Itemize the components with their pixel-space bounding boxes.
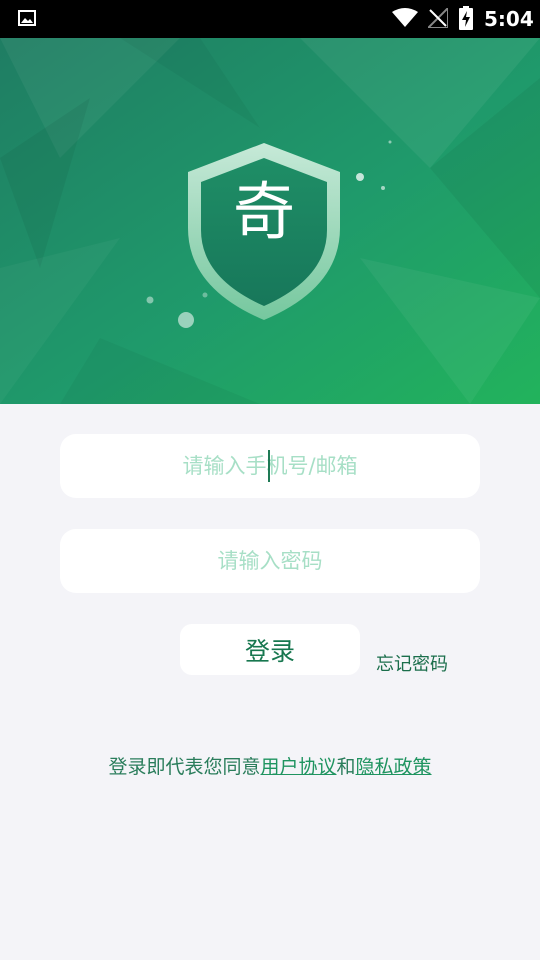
gallery-icon	[18, 10, 36, 26]
agreement-prefix: 登录即代表您同意	[108, 756, 261, 778]
privacy-policy-link[interactable]: 隐私政策	[356, 756, 432, 778]
phone-email-field-container	[60, 433, 480, 499]
password-field-container	[60, 528, 480, 594]
agreement-text: 登录即代表您同意用户协议和隐私政策	[0, 752, 540, 779]
agreement-and: 和	[336, 756, 356, 778]
forgot-password-link[interactable]: 忘记密码	[376, 650, 448, 676]
status-bar: 5:04	[0, 0, 540, 38]
header-banner: 奇	[0, 38, 540, 404]
login-screen: 5:04 奇 请输入手机号/邮箱 登录 忘记密码 登录即代表您同意用户协议和隐私…	[0, 0, 540, 960]
password-input[interactable]	[60, 528, 480, 594]
login-button[interactable]: 登录	[180, 624, 360, 675]
wifi-icon	[392, 8, 418, 27]
battery-charging-icon	[459, 6, 473, 30]
user-agreement-link[interactable]: 用户协议	[260, 756, 336, 778]
logo-character: 奇	[232, 175, 295, 248]
status-time: 5:04	[484, 7, 534, 31]
text-cursor	[268, 450, 270, 482]
phone-email-input[interactable]	[60, 433, 480, 499]
no-signal-icon	[428, 8, 448, 28]
